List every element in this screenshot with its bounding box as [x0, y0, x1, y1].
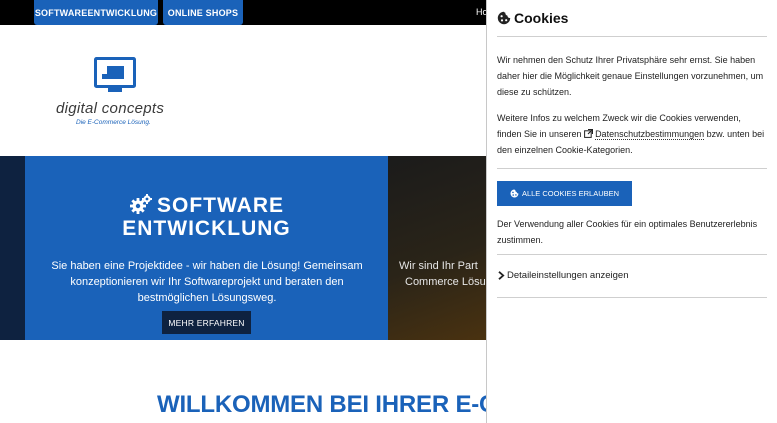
nav-tab-online-shops[interactable]: ONLINE SHOPS — [163, 0, 243, 25]
external-link-icon — [584, 129, 594, 138]
divider — [497, 36, 767, 37]
show-detail-settings-toggle[interactable]: Detaileinstellungen anzeigen — [497, 270, 628, 281]
chevron-right-icon — [498, 271, 505, 280]
cookie-intro-text: Wir nehmen den Schutz Ihrer Privatsphäre… — [497, 55, 764, 97]
hero-title-line2: ENTWICKLUNG — [122, 217, 291, 240]
welcome-heading: WILLKOMMEN BEI IHRER E-C — [157, 391, 487, 418]
divider — [497, 297, 767, 298]
show-detail-settings-label: Detaileinstellungen anzeigen — [507, 270, 629, 281]
cookie-panel-title: Cookies — [514, 10, 569, 26]
hero-onlineshop-panel — [388, 156, 488, 340]
allow-all-cookies-label: ALLE COOKIES ERLAUBEN — [521, 189, 620, 198]
logo-name[interactable]: digital concepts — [56, 100, 164, 117]
cookie-accept-note: Der Verwendung aller Cookies für ein opt… — [497, 219, 758, 245]
cookie-info-text: Weitere Infos zu welchem Zweck wir die C… — [497, 110, 767, 158]
hero-left-strip — [0, 156, 25, 340]
divider — [497, 168, 767, 169]
hero-title-line1: SOFTWARE — [157, 194, 284, 217]
cookie-consent-panel: Cookies Wir nehmen den Schutz Ihrer Priv… — [486, 0, 777, 423]
cookie-panel-header: Cookies — [497, 10, 568, 26]
hero-title: SOFTWARE — [25, 193, 388, 218]
logo-monitor-icon[interactable] — [94, 57, 136, 93]
gear-icon — [130, 194, 152, 214]
privacy-policy-link[interactable]: Datenschutzbestimmungen — [595, 129, 705, 140]
cookie-icon — [497, 11, 511, 25]
hero-onlineshop-line1: Wir sind Ihr Part — [399, 260, 478, 272]
mehr-erfahren-button[interactable]: MEHR ERFAHREN — [162, 311, 251, 334]
hero-description: Sie haben eine Projektidee - wir haben d… — [51, 260, 363, 304]
hero-onlineshop-line2: Commerce Lösu — [405, 276, 486, 288]
allow-all-cookies-button[interactable]: ALLE COOKIES ERLAUBEN — [497, 181, 632, 206]
divider — [497, 254, 767, 255]
hero-onlineshop-text: Wir sind Ihr Part Commerce Lösu — [399, 258, 489, 290]
logo-tagline: Die E-Commerce Lösung. — [76, 119, 151, 126]
cookie-icon — [510, 189, 519, 198]
nav-tab-softwareentwicklung[interactable]: SOFTWAREENTWICKLUNG — [34, 0, 158, 25]
